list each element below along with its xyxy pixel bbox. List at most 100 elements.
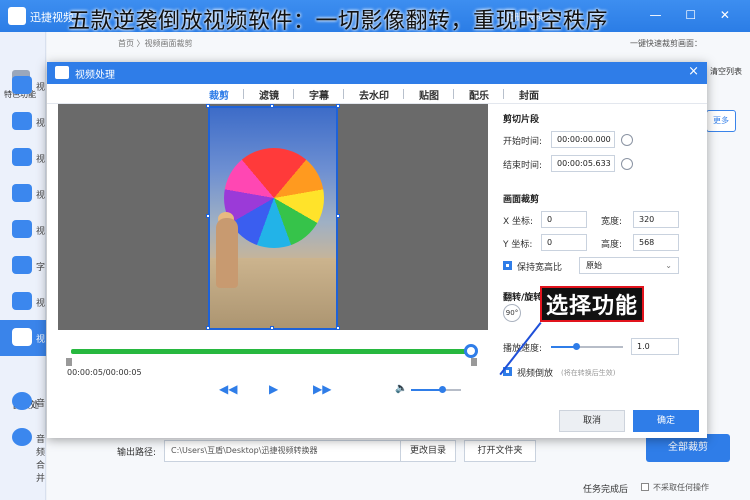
sidebar-item-7[interactable]: 视 — [0, 284, 46, 320]
timeline-progress[interactable] — [71, 349, 473, 354]
play-icon[interactable]: ▶ — [269, 382, 278, 396]
crop-frame[interactable] — [208, 106, 338, 330]
volume-icon[interactable]: 🔈 — [395, 383, 407, 394]
sidebar-item-label: 视 — [36, 227, 46, 237]
output-path-label: 输出路径: — [117, 448, 157, 458]
cancel-button[interactable]: 取消 — [559, 410, 625, 432]
crop-handle-mr[interactable] — [336, 214, 340, 218]
chevron-down-icon: ⌄ — [665, 261, 672, 270]
crop-handle-bm[interactable] — [270, 326, 274, 330]
keep-ratio-checkbox[interactable] — [503, 261, 512, 270]
crop-handle-tl[interactable] — [206, 104, 210, 108]
trim-start-handle[interactable] — [66, 358, 72, 366]
tab-divider — [403, 89, 404, 99]
sidebar: 特色功能 视 视 视 视 视 字 视 视 音频处 音 音频合并 — [0, 32, 46, 500]
x-coord-input[interactable]: 0 — [541, 211, 587, 228]
open-folder-button[interactable]: 打开文件夹 — [464, 440, 536, 462]
width-input[interactable]: 320 — [633, 211, 679, 228]
tab-music[interactable]: 配乐 — [469, 87, 489, 102]
volume-knob[interactable] — [439, 386, 446, 393]
sidebar-item-label: 视 — [36, 191, 46, 201]
speed-fill — [551, 346, 575, 348]
sidebar-item-3[interactable]: 视 — [0, 140, 46, 176]
clear-list-button[interactable]: 清空列表 — [710, 66, 742, 77]
sidebar-item-8[interactable]: 视 — [0, 320, 46, 356]
statusbar: 任务完成后 不采取任何操作 — [47, 475, 750, 500]
sidebar-item-1[interactable]: 视 — [0, 68, 46, 104]
breadcrumb: 首页 〉视频画面裁剪 — [118, 39, 193, 48]
tab-watermark[interactable]: 去水印 — [359, 87, 389, 102]
dialog-titlebar: 视频处理 × — [47, 62, 707, 84]
sidebar-item-label: 视 — [36, 83, 46, 93]
tab-sticker[interactable]: 贴图 — [419, 87, 439, 102]
clip-section-title: 剪切片段 — [503, 115, 540, 125]
video-icon — [12, 112, 32, 130]
more-button[interactable]: 更多 — [706, 110, 736, 132]
trim-end-handle[interactable] — [471, 358, 477, 366]
end-time-input[interactable]: 00:00:05.633 — [551, 155, 615, 172]
clock-icon[interactable] — [621, 134, 633, 146]
crop-handle-tm[interactable] — [270, 104, 274, 108]
ratio-select[interactable]: 原始 ⌄ — [579, 257, 679, 274]
star-icon — [12, 256, 32, 274]
speed-input[interactable]: 1.0 — [631, 338, 679, 355]
person-figure — [216, 218, 238, 288]
close-icon[interactable]: × — [688, 64, 699, 79]
ratio-select-value: 原始 — [586, 261, 602, 270]
end-time-label: 结束时间: — [503, 161, 543, 171]
crop-handle-tr[interactable] — [336, 104, 340, 108]
crop-all-button[interactable]: 全部裁剪 — [646, 434, 730, 462]
sidebar-item-2[interactable]: 视 — [0, 104, 46, 140]
fast-forward-icon[interactable]: ▶▶ — [313, 382, 331, 396]
x-coord-label: X 坐标: — [503, 217, 534, 227]
height-label: 高度: — [601, 240, 623, 250]
y-coord-label: Y 坐标: — [503, 240, 533, 250]
crop-handle-ml[interactable] — [206, 214, 210, 218]
sidebar-item-audio-2[interactable]: 音频合并 — [0, 420, 46, 484]
sidebar-item-6[interactable]: 字 — [0, 248, 46, 284]
tab-divider — [343, 89, 344, 99]
tab-divider — [243, 89, 244, 99]
after-task-select[interactable]: 不采取任何操作 — [653, 482, 709, 493]
sidebar-item-4[interactable]: 视 — [0, 176, 46, 212]
crop-icon — [12, 292, 32, 310]
tab-subtitle[interactable]: 字幕 — [309, 87, 329, 102]
tab-cover[interactable]: 封面 — [519, 87, 539, 102]
rotate-icon[interactable]: 90° — [503, 304, 521, 322]
tab-divider — [293, 89, 294, 99]
rewind-icon[interactable]: ◀◀ — [219, 382, 237, 396]
window-controls[interactable]: — ☐ ✕ — [650, 8, 740, 22]
y-coord-input[interactable]: 0 — [541, 234, 587, 251]
tab-divider — [503, 89, 504, 99]
crop-handle-bl[interactable] — [206, 326, 210, 330]
rainbow-umbrella — [224, 148, 324, 248]
timeline-playhead[interactable] — [464, 344, 478, 358]
crop-handle-br[interactable] — [336, 326, 340, 330]
ok-button[interactable]: 确定 — [633, 410, 699, 432]
tab-bar: 裁剪 滤镜 字幕 去水印 贴图 配乐 封面 — [47, 84, 707, 104]
sidebar-item-audio-1[interactable]: 音 — [0, 384, 46, 420]
task-done-label: 任务完成后 — [583, 485, 629, 495]
change-dir-button[interactable]: 更改目录 — [400, 440, 456, 462]
start-time-input[interactable]: 00:00:00.000 — [551, 131, 615, 148]
shutdown-checkbox[interactable] — [641, 483, 649, 491]
width-label: 宽度: — [601, 217, 623, 227]
output-path-field[interactable]: C:\Users\互盾\Desktop\迅捷视频转换器 — [164, 440, 440, 462]
crop-section-title: 画面裁剪 — [503, 195, 540, 205]
sidebar-item-label: 音 — [36, 399, 46, 409]
height-input[interactable]: 568 — [633, 234, 679, 251]
speed-knob[interactable] — [573, 343, 580, 350]
clock-icon[interactable] — [621, 158, 633, 170]
video-processing-dialog: 视频处理 × 裁剪 滤镜 字幕 去水印 贴图 配乐 封面 00:00:05/00… — [47, 62, 707, 438]
time-readout: 00:00:05/00:00:05 — [67, 368, 142, 377]
sidebar-item-label: 字 — [36, 263, 46, 273]
reverse-hint: (将在转换后生效) — [561, 369, 616, 377]
dialog-title: 视频处理 — [75, 70, 115, 81]
video-icon — [55, 66, 69, 79]
tab-filter[interactable]: 滤镜 — [259, 87, 279, 102]
audio-icon — [12, 428, 32, 446]
audio-icon — [12, 392, 32, 410]
video-icon — [12, 76, 32, 94]
sidebar-item-5[interactable]: 视 — [0, 212, 46, 248]
tab-crop[interactable]: 裁剪 — [209, 87, 229, 102]
